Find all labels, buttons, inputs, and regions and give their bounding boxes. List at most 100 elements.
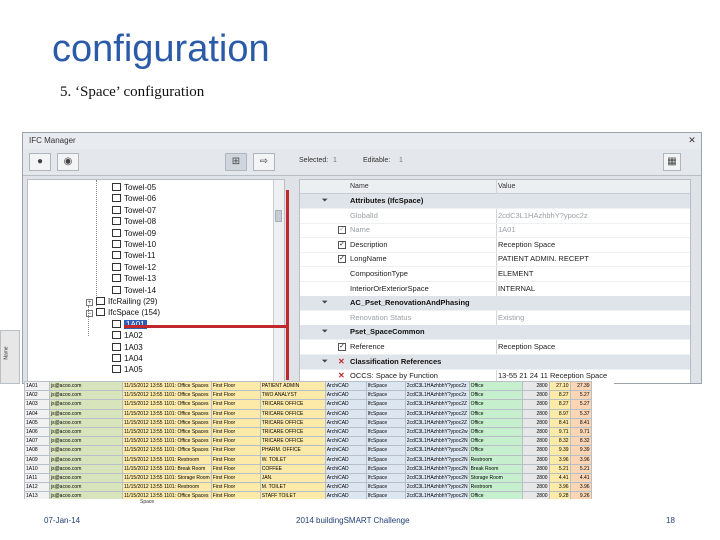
sheet-cell[interactable]: 11/15/2012 13:55 1101: Office Spaces	[122, 390, 212, 401]
tree-item[interactable]: − IfcSpace (154)	[86, 307, 160, 318]
sheet-cell[interactable]: 3.96	[548, 482, 571, 493]
sheet-cell[interactable]: IfcSpace	[365, 399, 406, 410]
sheet-cell[interactable]: 11/15/2012 13:55 1101: Office Spaces	[122, 491, 212, 499]
sheet-cell[interactable]: js@acoo.com	[49, 482, 123, 493]
sheet-cell[interactable]: Office	[468, 426, 523, 438]
property-value[interactable]: Reception Space	[498, 340, 555, 354]
sheet-cell[interactable]: ArchiCAD	[324, 417, 367, 428]
sheet-cell[interactable]: IfcSpace	[365, 454, 406, 465]
sheet-cell[interactable]: 8.27	[548, 390, 571, 401]
sheet-cell[interactable]: 1A06	[24, 426, 50, 438]
sheet-cell[interactable]: TRICARE OFFICE	[259, 399, 326, 410]
sheet-cell[interactable]: First Floor	[210, 491, 261, 499]
sheet-cell[interactable]: 2cdC3L1HAzhbhY?ypoc2Z	[404, 408, 470, 419]
sheet-cell[interactable]: Office	[468, 417, 523, 428]
sheet-cell[interactable]: 9.71	[548, 426, 571, 438]
sheet-cell[interactable]: 11/15/2012 13:55 1101: Office Spaces	[122, 445, 212, 456]
sheet-cell[interactable]: PATIENT ADMIN	[259, 381, 326, 392]
sheet-cell[interactable]: 11/15/2012 13:55 1101: Office Spaces	[122, 426, 212, 438]
sheet-cell[interactable]: 1A09	[24, 454, 50, 465]
sheet-cell[interactable]: Storage Room	[468, 472, 523, 484]
sheet-cell[interactable]: 9.26	[569, 491, 592, 499]
property-checkbox[interactable]: ✓	[338, 255, 346, 264]
sheet-cell[interactable]: Office	[468, 390, 523, 401]
sheet-cell[interactable]: 2800	[521, 417, 550, 428]
sheet-cell[interactable]: 2800	[521, 482, 550, 493]
sheet-cell[interactable]: 2800	[521, 472, 550, 484]
sheet-cell[interactable]: W. TOILET	[259, 454, 326, 465]
sheet-cell[interactable]: TWO ANALYST	[259, 390, 326, 401]
sheet-cell[interactable]: IfcSpace	[365, 491, 406, 499]
tree-item[interactable]: Towel-08	[112, 216, 156, 227]
sheet-cell[interactable]: First Floor	[210, 482, 261, 493]
tree-item[interactable]: Towel-07	[112, 205, 156, 216]
sheet-cell[interactable]: 1A04	[24, 408, 50, 419]
sheet-cell[interactable]: 2800	[521, 436, 550, 447]
property-value[interactable]: 1A01	[498, 223, 516, 237]
property-value[interactable]: 2cdC3L1HAzhbhY?ypoc2z	[498, 209, 588, 223]
sheet-cell[interactable]: js@acoo.com	[49, 417, 123, 428]
sheet-cell[interactable]: First Floor	[210, 381, 261, 392]
sheet-cell[interactable]: ArchiCAD	[324, 426, 367, 438]
collapse-chevron-icon[interactable]: ⏷	[322, 296, 328, 310]
sheet-cell[interactable]: 2800	[521, 390, 550, 401]
sheet-cell[interactable]: First Floor	[210, 463, 261, 474]
property-group[interactable]: ⏷ AC_Pset_RenovationAndPhasing	[300, 296, 690, 312]
sheet-cell[interactable]: ArchiCAD	[324, 445, 367, 456]
sheet-cell[interactable]: M. TOILET	[259, 482, 326, 493]
sheet-cell[interactable]: 2cdC3L1HAzhbhY?ypoc2z	[404, 381, 470, 392]
property-value[interactable]: Reception Space	[498, 238, 555, 252]
sheet-cell[interactable]: TRICARE OFFICE	[259, 426, 326, 438]
property-checkbox[interactable]: ✓	[338, 343, 346, 351]
sheet-cell[interactable]: IfcSpace	[365, 381, 406, 392]
sheet-cell[interactable]: IfcSpace	[365, 472, 406, 484]
tree-item[interactable]: Towel-14	[112, 285, 156, 296]
property-row[interactable]: InteriorOrExteriorSpace INTERNAL	[300, 282, 690, 297]
sheet-cell[interactable]: First Floor	[210, 417, 261, 428]
tree-item[interactable]: + IfcRailing (29)	[86, 296, 157, 307]
sheet-tab-label[interactable]: Space	[140, 499, 154, 505]
sheet-cell[interactable]: ArchiCAD	[324, 472, 367, 484]
sheet-cell[interactable]: First Floor	[210, 426, 261, 438]
sheet-cell[interactable]: IfcSpace	[365, 408, 406, 419]
tree-item[interactable]: 1A04	[112, 353, 143, 364]
sheet-cell[interactable]: 11/15/2012 13:55 1101: Break Room	[122, 463, 212, 474]
sheet-cell[interactable]: Break Room	[468, 463, 523, 474]
sheet-cell[interactable]: 2cdC3L1HAzhbhY?ypoc2N	[404, 436, 470, 447]
sheet-cell[interactable]: Office	[468, 436, 523, 447]
sheet-cell[interactable]: js@acoo.com	[49, 463, 123, 474]
sheet-cell[interactable]: TRICARE OFFICE	[259, 436, 326, 447]
sheet-cell[interactable]: 11/15/2012 13:55 1101: Storage Room	[122, 472, 212, 484]
sheet-cell[interactable]: 2800	[521, 399, 550, 410]
sheet-cell[interactable]: STAFF TOILET	[259, 491, 326, 499]
sheet-cell[interactable]: 9.28	[548, 491, 571, 499]
sheet-cell[interactable]: 2cdC3L1HAzhbhY?ypoc2Z	[404, 399, 470, 410]
sheet-cell[interactable]: 11/15/2012 13:55 1101: Restroom	[122, 454, 212, 465]
sheet-cell[interactable]: 3.96	[569, 482, 592, 493]
sheet-cell[interactable]: js@acoo.com	[49, 426, 123, 438]
sheet-cell[interactable]: js@acoo.com	[49, 408, 123, 419]
sheet-cell[interactable]: 11/15/2012 13:55 1101: Office Spaces	[122, 417, 212, 428]
property-row[interactable]: ✓ LongName PATIENT ADMIN. RECEPT	[300, 252, 690, 268]
sheet-cell[interactable]: 5.21	[569, 463, 592, 474]
tree-item[interactable]: Towel-09	[112, 228, 156, 239]
tree-item[interactable]: Towel-06	[112, 193, 156, 204]
sheet-cell[interactable]: 1A12	[24, 482, 50, 493]
property-group[interactable]: ⏷ Attributes (IfcSpace)	[300, 194, 690, 209]
sheet-cell[interactable]: Office	[468, 408, 523, 419]
sheet-cell[interactable]: 9.71	[569, 426, 592, 438]
tree-item[interactable]: Towel-12	[112, 262, 156, 273]
sheet-cell[interactable]: 11/15/2012 13:55 1101: Office Spaces	[122, 408, 212, 419]
property-group[interactable]: ⏷ Pset_SpaceCommon	[300, 325, 690, 341]
sheet-cell[interactable]: IfcSpace	[365, 417, 406, 428]
sheet-cell[interactable]: 8.41	[548, 417, 571, 428]
sheet-cell[interactable]: First Floor	[210, 399, 261, 410]
tree-scroll-thumb[interactable]	[275, 210, 282, 222]
sheet-cell[interactable]: Restroom	[468, 482, 523, 493]
record-button[interactable]: ●	[29, 153, 51, 171]
sheet-cell[interactable]: Office	[468, 381, 523, 392]
sheet-cell[interactable]: Office	[468, 491, 523, 499]
tree-item[interactable]: Towel-10	[112, 239, 156, 250]
sheet-cell[interactable]: js@acoo.com	[49, 454, 123, 465]
sheet-cell[interactable]: ArchiCAD	[324, 390, 367, 401]
